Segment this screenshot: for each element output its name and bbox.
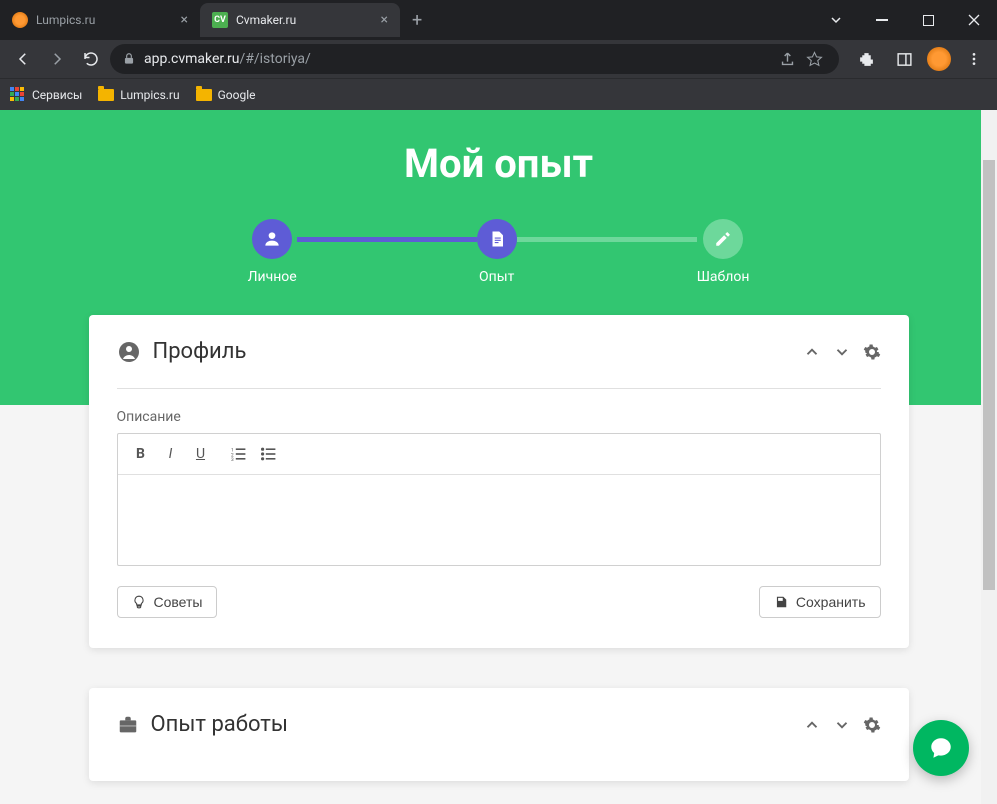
bookmark-star-icon[interactable] [802,47,827,72]
chevron-down-icon[interactable] [813,0,859,40]
minimize-button[interactable] [859,0,905,40]
extensions-icon[interactable] [851,44,881,74]
bookmark-apps[interactable]: Сервисы [10,87,82,103]
briefcase-icon [117,714,139,736]
expand-down-icon[interactable] [833,716,851,734]
save-button[interactable]: Сохранить [759,586,881,618]
chat-icon [928,735,954,761]
profile-avatar[interactable] [927,47,951,71]
collapse-up-icon[interactable] [803,343,821,361]
step-label: Опыт [479,269,514,285]
gear-icon[interactable] [863,716,881,734]
step-connector [517,237,697,242]
card-header: Профиль [117,339,881,364]
bookmark-label: Сервисы [32,88,82,102]
field-label: Описание [117,409,881,425]
step-connector [297,237,477,242]
scrollbar-track[interactable] [981,110,997,804]
lightbulb-icon [132,595,146,609]
browser-tab-cvmaker[interactable]: CV Cvmaker.ru × [200,3,400,37]
divider [117,388,881,389]
toolbar-actions [851,44,989,74]
url-text: app.cvmaker.ru/#/istoriya/ [144,51,311,67]
close-button[interactable] [951,0,997,40]
close-icon[interactable]: × [381,12,388,28]
bookmarks-bar: Сервисы Lumpics.ru Google [0,78,997,110]
favicon-icon [12,12,28,28]
step-template[interactable]: Шаблон [697,219,750,285]
profile-icon [117,340,141,364]
document-icon [477,219,517,259]
bookmark-label: Google [218,88,256,102]
share-icon[interactable] [775,47,800,72]
ordered-list-button[interactable]: 123 [226,442,252,466]
expand-down-icon[interactable] [833,343,851,361]
bookmark-google[interactable]: Google [196,88,256,102]
forward-button[interactable] [42,44,72,74]
save-icon [774,595,788,609]
person-icon [252,219,292,259]
editor-textarea[interactable] [118,475,880,565]
apps-grid-icon [10,87,26,103]
bookmark-lumpics[interactable]: Lumpics.ru [98,88,179,102]
side-panel-icon[interactable] [889,44,919,74]
new-tab-button[interactable]: + [400,10,434,31]
window-controls [813,0,997,40]
card-actions [803,716,881,734]
lock-icon [122,52,136,66]
unordered-list-button[interactable] [256,442,282,466]
tab-title: Lumpics.ru [36,13,173,27]
menu-icon[interactable] [959,44,989,74]
chat-fab[interactable] [913,720,969,776]
card-actions [803,343,881,361]
favicon-icon: CV [212,12,228,28]
tab-title: Cvmaker.ru [236,13,373,27]
edit-icon [703,219,743,259]
card-title: Профиль [153,339,791,364]
browser-toolbar: app.cvmaker.ru/#/istoriya/ [0,40,997,78]
page-title: Мой опыт [0,140,997,187]
browser-tab-lumpics[interactable]: Lumpics.ru × [0,3,200,37]
scrollbar-thumb[interactable] [983,160,995,590]
tips-button[interactable]: Советы [117,586,218,618]
card-profile: Профиль Описание B I U 123 [89,315,909,648]
editor-toolbar: B I U 123 [118,434,880,475]
card-footer: Советы Сохранить [117,586,881,618]
bold-button[interactable]: B [128,442,154,466]
maximize-button[interactable] [905,0,951,40]
button-label: Советы [154,594,203,610]
back-button[interactable] [8,44,38,74]
content-area: Профиль Описание B I U 123 [69,315,929,804]
collapse-up-icon[interactable] [803,716,821,734]
card-header: Опыт работы [117,712,881,737]
folder-icon [196,89,212,101]
reload-button[interactable] [76,44,106,74]
card-work-experience: Опыт работы [89,688,909,781]
step-label: Личное [248,269,297,285]
progress-stepper: Личное Опыт Шаблон [0,219,997,285]
rich-text-editor: B I U 123 [117,433,881,566]
tab-strip: Lumpics.ru × CV Cvmaker.ru × + [0,0,813,40]
step-label: Шаблон [697,269,750,285]
italic-button[interactable]: I [158,442,184,466]
underline-button[interactable]: U [188,442,214,466]
step-personal[interactable]: Личное [248,219,297,285]
card-title: Опыт работы [151,712,791,737]
page-viewport: Мой опыт Личное Опыт Шаблон Профиль [0,110,997,804]
window-titlebar: Lumpics.ru × CV Cvmaker.ru × + [0,0,997,40]
button-label: Сохранить [796,594,866,610]
gear-icon[interactable] [863,343,881,361]
folder-icon [98,89,114,101]
svg-text:3: 3 [231,457,234,461]
address-bar[interactable]: app.cvmaker.ru/#/istoriya/ [110,44,839,74]
close-icon[interactable]: × [181,12,188,28]
step-experience[interactable]: Опыт [477,219,517,285]
bookmark-label: Lumpics.ru [120,88,179,102]
